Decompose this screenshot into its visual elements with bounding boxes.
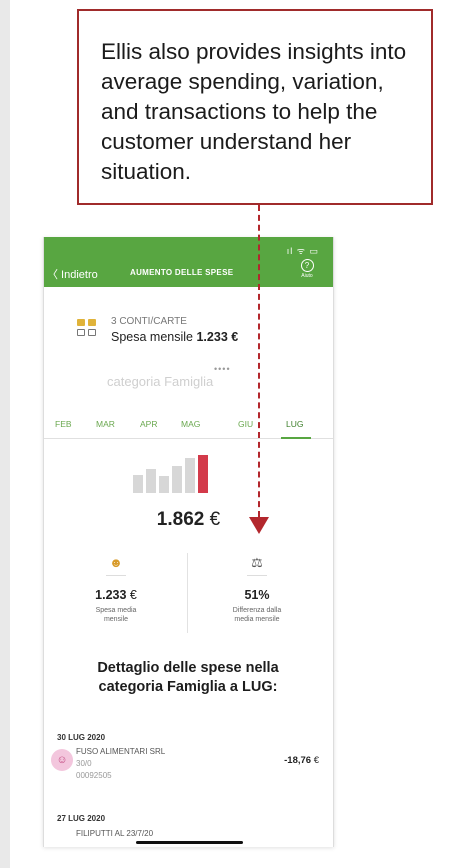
- chart-bar-mar: [146, 469, 156, 493]
- carousel-dots[interactable]: ••••: [214, 364, 231, 374]
- help-icon: ?: [300, 259, 314, 272]
- variation-number: 51%: [244, 588, 270, 602]
- help-button[interactable]: ? Aiuto: [295, 259, 319, 279]
- active-tab-underline: [281, 437, 311, 439]
- variation-label: Differenza dalla media mensile: [210, 606, 304, 624]
- callout-text: Ellis also provides insights into averag…: [101, 39, 407, 184]
- transaction-amount: -18,76 €: [284, 755, 319, 766]
- help-label: Aiuto: [301, 273, 313, 279]
- tab-mar[interactable]: MAR: [96, 419, 115, 429]
- total-currency: €: [209, 509, 221, 530]
- back-button[interactable]: 〈 Indietro: [47, 266, 98, 282]
- transaction-merchant: FUSO ALIMENTARI SRL: [76, 747, 166, 756]
- transaction-sub2: 00092505: [76, 771, 112, 780]
- average-spend-currency: €: [129, 588, 137, 602]
- tab-lug[interactable]: LUG: [286, 419, 303, 429]
- cards-count: 3 CONTI/CARTE: [111, 316, 187, 327]
- transaction-date: 30 LUG 2020: [57, 733, 106, 742]
- average-spend-value: 1.233 €: [74, 588, 158, 602]
- variation-label-line1: Differenza dalla: [232, 607, 282, 614]
- tab-apr[interactable]: APR: [140, 419, 157, 429]
- month-tabs: FEB MAR APR MAG GIU LUG: [44, 414, 333, 439]
- monthly-spend-label: Spesa mensile: [111, 330, 193, 344]
- average-spend-number: 1.233: [95, 588, 127, 602]
- transaction-amount-currency: €: [313, 755, 319, 766]
- transaction-sub1: 30/0: [76, 759, 92, 768]
- home-indicator: [136, 841, 243, 844]
- cards-grid-icon: [77, 319, 98, 340]
- insight-callout-box: Ellis also provides insights into averag…: [77, 9, 433, 205]
- average-spend-divider: [106, 575, 126, 576]
- merchant-avatar-icon: ☺: [51, 749, 73, 771]
- app-header: ıl ᯤ ▭ 〈 Indietro AUMENTO DELLE SPESE ? …: [44, 237, 333, 287]
- tab-mag[interactable]: MAG: [181, 419, 200, 429]
- variation-label-line2: media mensile: [234, 616, 280, 623]
- monthly-spend-value: 1.233 €: [196, 330, 239, 344]
- page-title: AUMENTO DELLE SPESE: [130, 268, 234, 277]
- monthly-spend: Spesa mensile 1.233 €: [111, 330, 238, 344]
- chart-bar-lug: [198, 455, 208, 493]
- average-spend-label-line1: Spesa media: [95, 607, 137, 614]
- chart-bar-giu: [185, 458, 195, 493]
- total-value: 1.862: [156, 509, 205, 530]
- variation-value: 51%: [215, 588, 299, 602]
- variation-divider: [247, 575, 267, 576]
- tab-giu[interactable]: GIU: [238, 419, 253, 429]
- transaction-date: 27 LUG 2020: [57, 814, 106, 823]
- average-spend-icon: ☻: [109, 555, 123, 570]
- chart-bar-feb: [133, 475, 143, 493]
- annotation-dashed-line: [258, 205, 260, 517]
- transaction-merchant: FILIPUTTI AL 23/7/20: [76, 829, 154, 838]
- annotation-arrow-icon: [249, 517, 269, 534]
- status-bar-icons: ıl ᯤ ▭: [286, 246, 319, 256]
- detail-title: Dettaglio delle spese nella categoria Fa…: [97, 660, 279, 695]
- stats-divider: [187, 553, 188, 633]
- faded-category-text: categoria Famiglia: [107, 374, 214, 389]
- average-spend-label-line2: mensile: [103, 616, 129, 623]
- chart-bar-apr: [159, 476, 169, 493]
- total-amount: 1.862 €: [44, 509, 333, 531]
- average-spend-label: Spesa media mensile: [74, 606, 158, 624]
- transaction-amount-value: -18,76: [284, 755, 312, 766]
- tab-feb[interactable]: FEB: [55, 419, 72, 429]
- chart-bar-mag: [172, 466, 182, 493]
- left-page-stripe: [0, 0, 10, 868]
- variation-hand-icon: ⚖: [251, 555, 263, 570]
- phone-screen: ıl ᯤ ▭ 〈 Indietro AUMENTO DELLE SPESE ? …: [43, 237, 334, 847]
